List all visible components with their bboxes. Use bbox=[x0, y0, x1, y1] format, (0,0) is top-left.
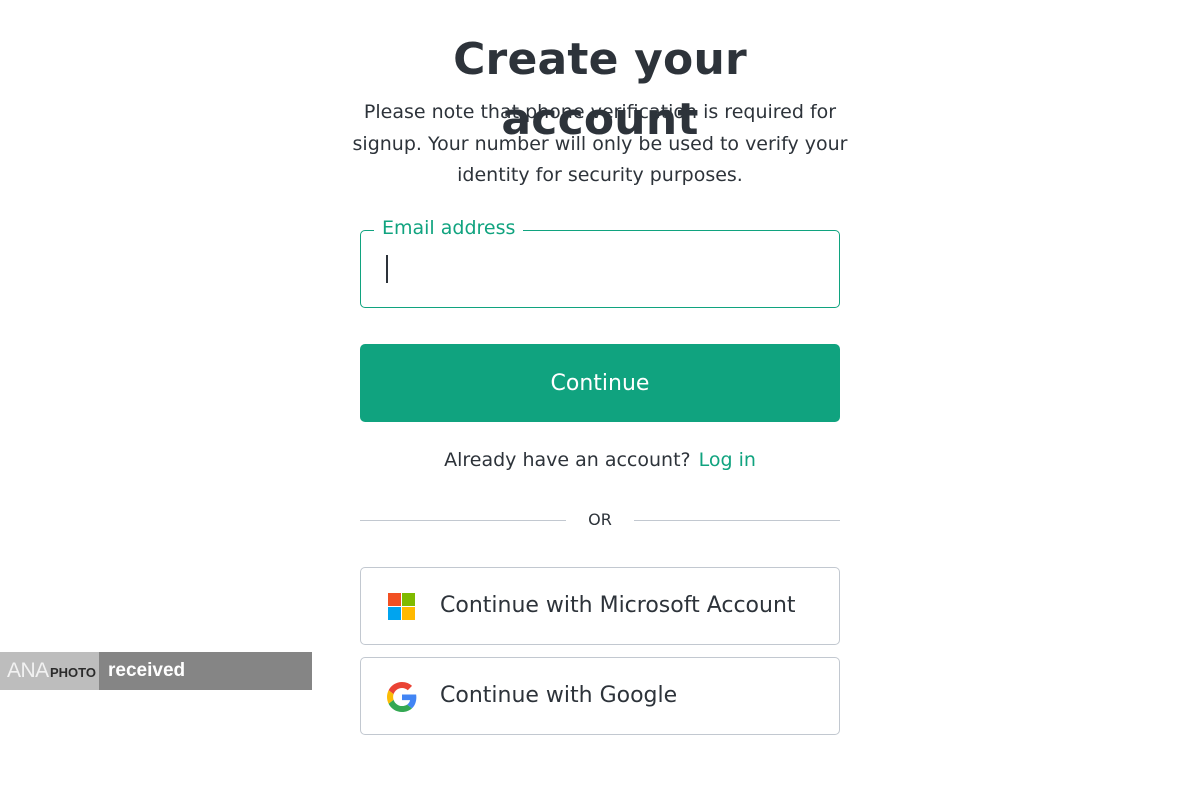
email-field[interactable]: Email address bbox=[360, 214, 840, 308]
divider-text: OR bbox=[588, 510, 612, 529]
or-divider: OR bbox=[360, 506, 840, 534]
divider-line-right bbox=[634, 520, 840, 521]
google-logo-icon bbox=[387, 682, 417, 712]
microsoft-login-button[interactable]: Continue with Microsoft Account bbox=[360, 567, 840, 645]
divider-line-left bbox=[360, 520, 566, 521]
text-cursor bbox=[386, 255, 388, 283]
google-login-button[interactable]: Continue with Google bbox=[360, 657, 840, 735]
photo-watermark: ANA PHOTO received bbox=[0, 652, 312, 690]
email-field-label: Email address bbox=[374, 214, 524, 242]
login-link[interactable]: Log in bbox=[699, 449, 756, 471]
email-input[interactable] bbox=[377, 249, 817, 289]
microsoft-login-label: Continue with Microsoft Account bbox=[440, 593, 796, 618]
page-subtitle: Please note that phone verification is r… bbox=[352, 101, 848, 186]
google-login-label: Continue with Google bbox=[440, 683, 678, 708]
continue-button[interactable]: Continue bbox=[360, 344, 840, 422]
login-prompt-text: Already have an account? bbox=[444, 449, 691, 471]
watermark-brand-suffix: PHOTO bbox=[50, 665, 96, 680]
signup-page: Create your account Please note that pho… bbox=[0, 0, 1200, 785]
watermark-status: received bbox=[108, 660, 186, 681]
microsoft-logo-icon bbox=[387, 592, 417, 622]
login-prompt: Already have an account? Log in bbox=[360, 445, 840, 475]
watermark-logo: ANA PHOTO bbox=[0, 652, 99, 690]
watermark-brand: ANA bbox=[7, 659, 49, 682]
